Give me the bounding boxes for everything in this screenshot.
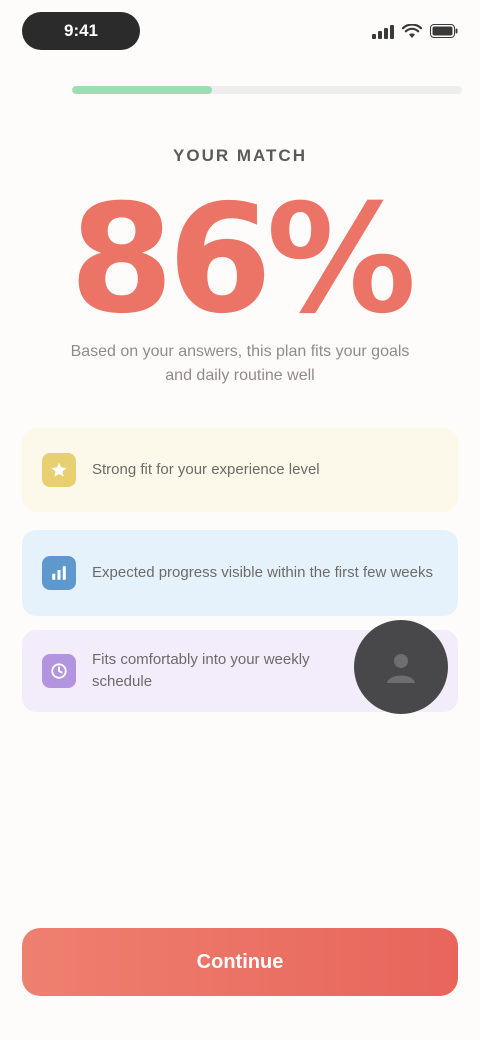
status-bar: 9:41: [22, 10, 458, 52]
match-percent: 86%: [69, 173, 416, 347]
status-icons: [372, 23, 458, 39]
chart-icon: [42, 556, 76, 590]
info-card-text: Expected progress visible within the fir…: [92, 564, 433, 581]
clock-icon: [42, 654, 76, 688]
info-card-fit: Strong fit for your experience level: [22, 428, 458, 512]
result-eyebrow: YOUR MATCH: [173, 146, 307, 165]
assistant-avatar-button[interactable]: [354, 620, 448, 714]
quiz-progress-bar: [72, 86, 462, 94]
star-icon: [42, 453, 76, 487]
wifi-icon: [402, 23, 422, 39]
user-icon: [387, 654, 415, 683]
status-time: 9:41: [22, 12, 140, 50]
result-subtitle: Based on your answers, this plan fits yo…: [70, 343, 410, 384]
continue-button[interactable]: Continue: [22, 928, 458, 996]
battery-icon: [430, 24, 458, 38]
quiz-progress-fill: [72, 86, 213, 94]
info-card-text: Strong fit for your experience level: [92, 461, 320, 478]
signal-icon: [372, 23, 394, 39]
info-card-text: Fits comfortably into your weekly schedu…: [92, 651, 310, 690]
info-card-progress: Expected progress visible within the fir…: [22, 530, 458, 616]
